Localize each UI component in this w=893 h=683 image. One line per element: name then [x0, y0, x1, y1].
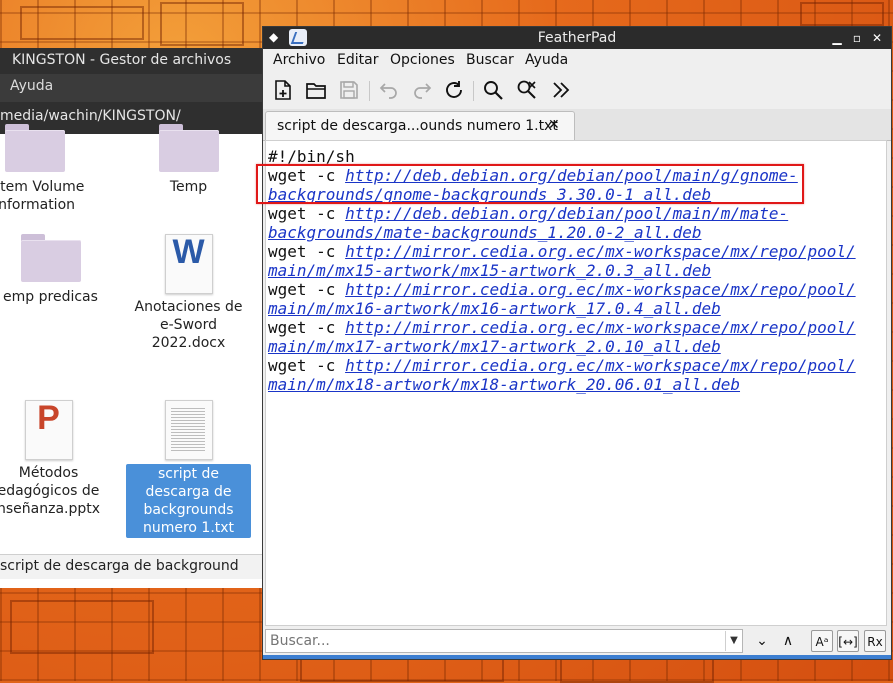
file-item-temp[interactable]: Temp — [126, 124, 251, 196]
find-previous-icon[interactable]: ∧ — [777, 630, 799, 652]
code-text: wget -c — [268, 356, 346, 375]
highlight-annotation-box — [256, 164, 804, 204]
file-item-metodos-pptx[interactable]: P Métodos edagógicos de nseñanza.pptx — [0, 400, 111, 518]
file-item-anotaciones-docx[interactable]: W Anotaciones de e-Sword 2022.docx — [126, 234, 251, 352]
featherpad-menubar: Archivo Editar Opciones Buscar Ayuda — [263, 49, 891, 73]
code-line: main/m/mx15-artwork/mx15-artwork_2.0.3_a… — [268, 261, 856, 280]
code-text: wget -c — [268, 204, 346, 223]
menu-buscar[interactable]: Buscar — [466, 52, 514, 68]
code-link[interactable]: main/m/mx18-artwork/mx18-artwork_20.06.0… — [268, 375, 740, 394]
file-manager-menubar: Ayuda — [0, 74, 262, 102]
wallpaper-pattern — [20, 6, 144, 40]
minimize-icon[interactable]: ▁ — [829, 30, 845, 46]
code-line: main/m/mx17-artwork/mx17-artwork_2.0.10_… — [268, 337, 856, 356]
featherpad-toolbar — [263, 73, 891, 107]
powerpoint-document-icon: P — [24, 400, 73, 460]
code-line: backgrounds/mate-backgrounds_1.20.0-2_al… — [268, 223, 856, 242]
file-item-script-txt[interactable]: script de descarga de backgrounds numero… — [126, 400, 251, 538]
code-line: wget -c http://mirror.cedia.org.ec/mx-wo… — [268, 356, 856, 375]
code-link[interactable]: main/m/mx17-artwork/mx17-artwork_2.0.10_… — [268, 337, 721, 356]
toolbar-separator — [369, 81, 370, 101]
file-manager-window: KINGSTON - Gestor de archivos Ayuda medi… — [0, 48, 262, 588]
file-item-label: ystem Volume Information — [0, 179, 85, 213]
regex-icon[interactable]: Rx — [864, 630, 886, 652]
find-replace-icon[interactable] — [515, 78, 541, 102]
code-line: main/m/mx18-artwork/mx18-artwork_20.06.0… — [268, 375, 856, 394]
file-item-label: Métodos edagógicos de nseñanza.pptx — [0, 465, 101, 517]
close-icon[interactable]: ✕ — [869, 30, 885, 46]
file-item-label: emp predicas — [3, 289, 98, 305]
word-document-icon: W — [164, 234, 213, 294]
new-file-icon[interactable] — [271, 78, 297, 102]
menu-ayuda[interactable]: Ayuda — [525, 52, 568, 68]
code-link[interactable]: main/m/mx15-artwork/mx15-artwork_2.0.3_a… — [268, 261, 711, 280]
code-link[interactable]: main/m/mx16-artwork/mx16-artwork_17.0.4_… — [268, 299, 721, 318]
search-history-dropdown-icon[interactable]: ▼ — [725, 631, 742, 651]
maximize-icon[interactable]: ▫ — [849, 30, 865, 46]
open-folder-icon[interactable] — [304, 78, 330, 102]
save-icon[interactable] — [337, 78, 363, 102]
whole-word-icon[interactable]: [↔] — [837, 630, 859, 652]
code-text: wget -c — [268, 242, 346, 261]
tab-bar: script de descarga...ounds numero 1.txt … — [263, 109, 891, 141]
code-line: wget -c http://mirror.cedia.org.ec/mx-wo… — [268, 242, 856, 261]
file-item-label: Temp — [169, 179, 208, 195]
location-path[interactable]: media/wachin/KINGSTON/ — [0, 108, 181, 124]
featherpad-titlebar[interactable]: ◆ FeatherPad ▁ ▫ ✕ — [263, 27, 891, 49]
folder-icon — [4, 124, 65, 172]
code-line: main/m/mx16-artwork/mx16-artwork_17.0.4_… — [268, 299, 856, 318]
code-link[interactable]: http://mirror.cedia.org.ec/mx-workspace/… — [345, 280, 856, 299]
search-bar: ▼ ⌄ ∧ Aᵃ [↔] Rx — [263, 627, 891, 655]
window-bottom-edge — [263, 655, 891, 659]
code-link[interactable]: http://mirror.cedia.org.ec/mx-workspace/… — [345, 318, 856, 337]
code-link[interactable]: http://deb.debian.org/debian/pool/main/m… — [345, 204, 788, 223]
undo-icon[interactable] — [377, 78, 403, 102]
tab-close-icon[interactable]: ✕ — [548, 117, 560, 133]
code-link[interactable]: http://mirror.cedia.org.ec/mx-workspace/… — [345, 356, 856, 375]
reload-icon[interactable] — [442, 78, 468, 102]
wallpaper-pattern — [160, 2, 244, 46]
file-manager-titlebar[interactable]: KINGSTON - Gestor de archivos — [0, 48, 262, 74]
file-item-temp-predicas[interactable]: emp predicas — [0, 234, 113, 306]
file-item-system-volume[interactable]: ystem Volume Information — [0, 124, 97, 214]
menu-archivo[interactable]: Archivo — [273, 52, 325, 68]
code-text: wget -c — [268, 318, 346, 337]
file-manager-statusbar: script de descarga de background — [0, 554, 262, 579]
code-line: wget -c http://deb.debian.org/debian/poo… — [268, 204, 856, 223]
wallpaper-pattern — [800, 2, 884, 26]
tab-script[interactable]: script de descarga...ounds numero 1.txt … — [265, 111, 575, 140]
code-link[interactable]: backgrounds/mate-backgrounds_1.20.0-2_al… — [268, 223, 701, 242]
match-case-icon[interactable]: Aᵃ — [811, 630, 833, 652]
redo-icon[interactable] — [410, 78, 436, 102]
file-item-label: Anotaciones de e-Sword 2022.docx — [134, 299, 243, 351]
find-next-icon[interactable]: ⌄ — [751, 630, 773, 652]
featherpad-window: ◆ FeatherPad ▁ ▫ ✕ Archivo Editar Opcion… — [256, 26, 892, 660]
menu-ayuda[interactable]: Ayuda — [10, 78, 53, 94]
text-document-icon — [164, 400, 213, 460]
folder-icon — [158, 124, 219, 172]
window-title: FeatherPad — [537, 30, 617, 46]
status-text: script de descarga de background — [0, 558, 239, 574]
file-manager-title: KINGSTON - Gestor de archivos — [12, 52, 232, 68]
folder-icon — [20, 234, 81, 282]
menu-opciones[interactable]: Opciones — [390, 52, 455, 68]
code-link[interactable]: http://mirror.cedia.org.ec/mx-workspace/… — [345, 242, 856, 261]
file-item-label: script de descarga de backgrounds numero… — [126, 464, 251, 538]
wallpaper-pattern — [10, 600, 154, 654]
tab-label: script de descarga...ounds numero 1.txt — [277, 118, 558, 134]
menu-editar[interactable]: Editar — [337, 52, 378, 68]
text-editor[interactable]: #!/bin/sh wget -c http://deb.debian.org/… — [256, 140, 887, 626]
code-line: wget -c http://mirror.cedia.org.ec/mx-wo… — [268, 280, 856, 299]
find-icon[interactable] — [481, 78, 507, 102]
file-grid: ystem Volume Information Temp emp predic… — [0, 124, 262, 548]
toolbar-separator — [473, 81, 474, 101]
code-text: wget -c — [268, 280, 346, 299]
more-icon[interactable] — [549, 78, 575, 102]
search-input[interactable] — [265, 629, 743, 653]
code-line: wget -c http://mirror.cedia.org.ec/mx-wo… — [268, 318, 856, 337]
